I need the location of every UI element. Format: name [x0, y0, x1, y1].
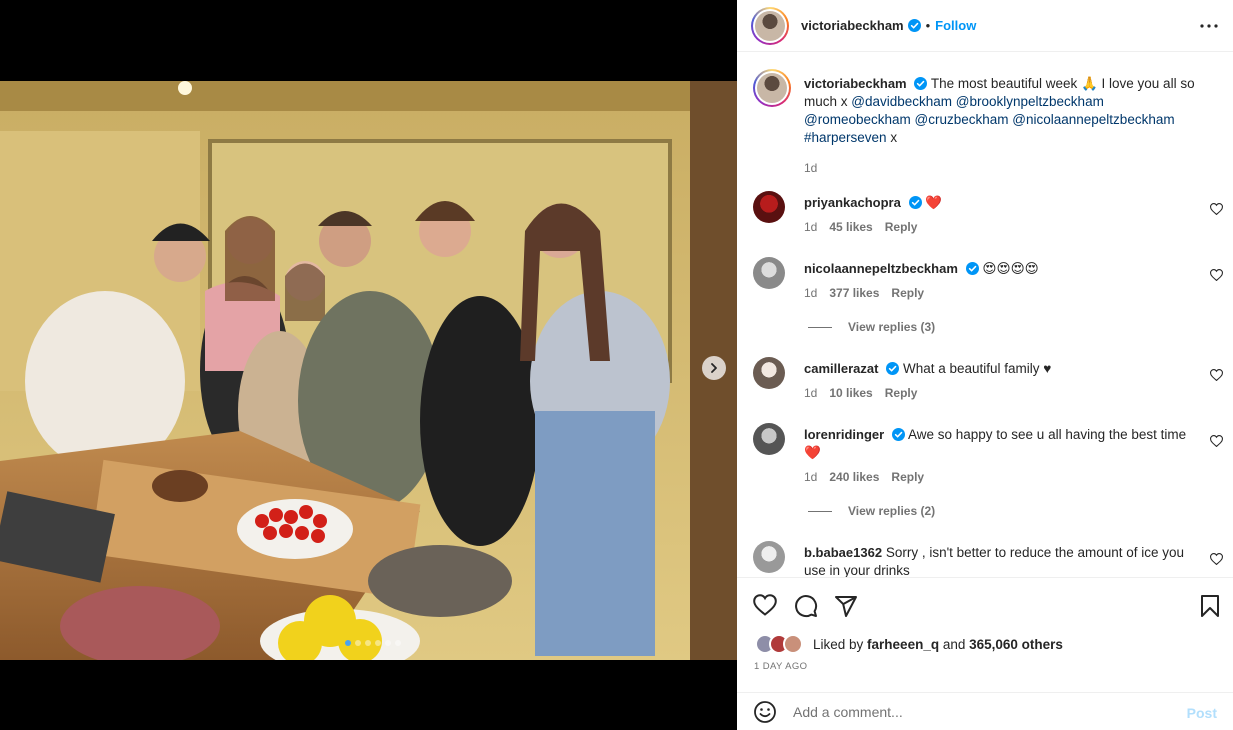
comment-username[interactable]: b.babae1362 [804, 545, 882, 560]
caption-username[interactable]: victoriabeckham [804, 76, 907, 91]
caption-avatar[interactable] [753, 69, 791, 107]
post-photo[interactable] [0, 81, 737, 660]
commenter-avatar[interactable] [753, 257, 785, 289]
carousel-dot [355, 640, 361, 646]
verified-badge-icon [891, 428, 905, 441]
likes-conjunction: and [939, 636, 970, 652]
more-options-icon[interactable] [1199, 18, 1219, 34]
comment-text: 😍😍😍😍 [982, 261, 1039, 276]
carousel-dot [345, 640, 351, 646]
header-separator: • [925, 18, 931, 33]
post-media [0, 0, 737, 730]
verified-badge-icon [907, 19, 921, 32]
share-send-icon[interactable] [834, 594, 858, 618]
chevron-right-icon [711, 363, 717, 373]
like-comment-heart-icon[interactable] [1210, 553, 1223, 565]
reply-button[interactable]: Reply [891, 286, 924, 300]
comment-likes[interactable]: 10 likes [829, 386, 872, 400]
comment-likes[interactable]: 45 likes [829, 220, 872, 234]
post-timestamp: 1 DAY AGO [754, 661, 808, 672]
comment-username[interactable]: lorenridinger [804, 427, 884, 442]
like-comment-heart-icon[interactable] [1210, 269, 1223, 281]
likes-prefix: Liked by [813, 636, 868, 652]
carousel-next-button[interactable] [702, 356, 726, 380]
view-replies-label: View replies (2) [848, 504, 936, 518]
comment-username[interactable]: camillerazat [804, 361, 878, 376]
verified-badge-icon [886, 362, 900, 375]
comment-bubble-icon[interactable] [794, 594, 818, 618]
like-comment-heart-icon[interactable] [1210, 435, 1223, 447]
post-header: victoriabeckham • Follow [737, 0, 1233, 52]
emoji-icon[interactable] [753, 700, 777, 724]
comment-time: 1d [804, 286, 818, 300]
comment-composer: Post [737, 692, 1233, 730]
save-bookmark-icon[interactable] [1200, 594, 1220, 618]
comment-text: What a beautiful family ♥ [902, 361, 1052, 376]
comment-text: ❤️ [925, 195, 943, 210]
author-username[interactable]: victoriabeckham [801, 18, 904, 33]
post-comment-button[interactable]: Post [1187, 705, 1217, 721]
follow-button[interactable]: Follow [935, 18, 976, 33]
hashtag-link[interactable]: #harperseven [804, 130, 887, 145]
post-actions [737, 590, 1233, 622]
reply-button[interactable]: Reply [885, 220, 918, 234]
like-comment-heart-icon[interactable] [1210, 369, 1223, 381]
comment-username[interactable]: nicolaannepeltzbeckham [804, 261, 958, 276]
carousel-dot [365, 640, 371, 646]
likes-text[interactable]: Liked by farheeen_q and 365,060 others [813, 637, 1063, 652]
carousel-dot [385, 640, 391, 646]
comment-time: 1d [804, 470, 818, 484]
verified-badge-icon [908, 196, 922, 209]
mention-link[interactable]: @brooklynpeltzbeckham [956, 94, 1104, 109]
likes-count[interactable]: 365,060 others [969, 637, 1063, 652]
view-replies-button[interactable]: View replies (3) [808, 320, 935, 334]
comment-likes[interactable]: 240 likes [829, 470, 879, 484]
reply-button[interactable]: Reply [885, 386, 918, 400]
commenter-avatar[interactable] [753, 357, 785, 389]
comments-list[interactable]: victoriabeckham The most beautiful week … [737, 53, 1233, 578]
author-avatar[interactable] [751, 6, 789, 45]
carousel-dot [395, 640, 401, 646]
view-replies-label: View replies (3) [848, 320, 936, 334]
carousel-indicator [345, 640, 401, 646]
view-replies-button[interactable]: View replies (2) [808, 504, 935, 518]
mention-link[interactable]: @romeobeckham [804, 112, 911, 127]
like-heart-icon[interactable] [753, 594, 777, 616]
liker-avatar [783, 634, 803, 654]
caption-time: 1d [804, 161, 818, 175]
commenter-avatar[interactable] [753, 541, 785, 573]
post-panel: victoriabeckham • Follow victoriabeckham… [737, 0, 1233, 730]
comment-likes[interactable]: 377 likes [829, 286, 879, 300]
add-comment-input[interactable] [793, 701, 1163, 723]
mention-link[interactable]: @davidbeckham [851, 94, 952, 109]
mention-link[interactable]: @cruzbeckham [915, 112, 1009, 127]
comment-username[interactable]: priyankachopra [804, 195, 901, 210]
likes-summary: Liked by farheeen_q and 365,060 others [755, 634, 1063, 654]
mention-link[interactable]: @nicolaannepeltzbeckham [1012, 112, 1174, 127]
reply-button[interactable]: Reply [891, 470, 924, 484]
family-photo-illustration [0, 81, 737, 660]
caption-ending: x [886, 130, 898, 145]
verified-badge-icon [965, 262, 979, 275]
comment-time: 1d [804, 386, 818, 400]
carousel-dot [375, 640, 381, 646]
liker-username[interactable]: farheeen_q [867, 637, 939, 652]
verified-badge-icon [914, 77, 928, 90]
commenter-avatar[interactable] [753, 423, 785, 455]
comment-time: 1d [804, 220, 818, 234]
commenter-avatar[interactable] [753, 191, 785, 223]
like-comment-heart-icon[interactable] [1210, 203, 1223, 215]
